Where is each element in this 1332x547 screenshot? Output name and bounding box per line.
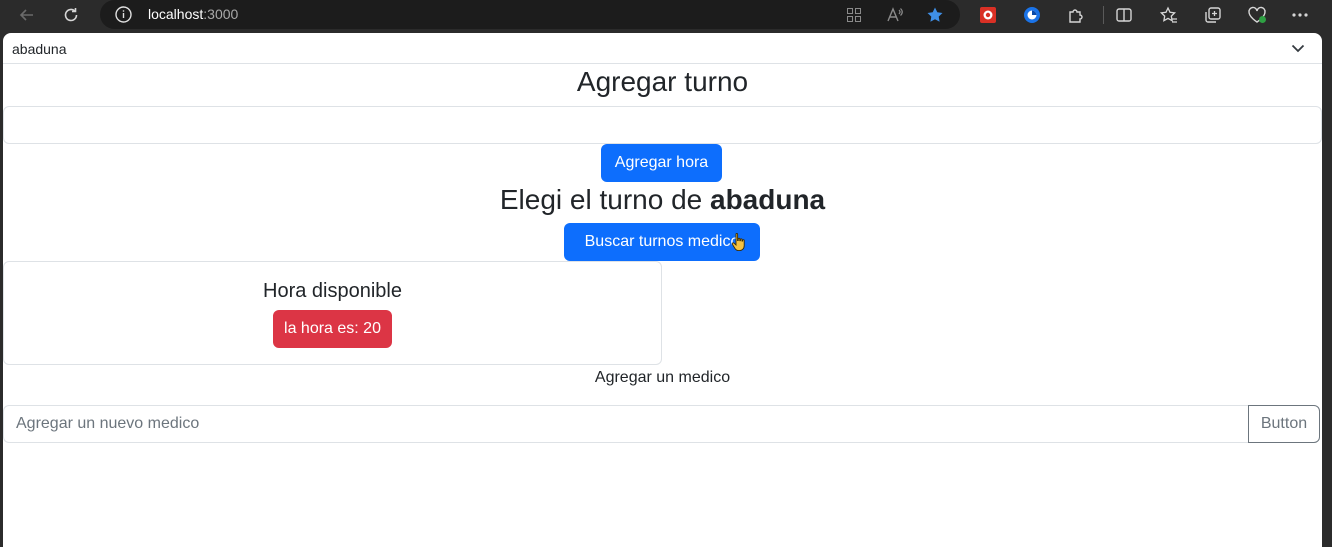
choose-prefix: Elegi el turno de xyxy=(499,184,710,215)
choose-name: abaduna xyxy=(710,184,826,215)
choose-turn-heading: Elegi el turno de abaduna xyxy=(3,184,1322,216)
refresh-icon[interactable] xyxy=(59,3,83,27)
add-hour-button[interactable]: Agregar hora xyxy=(601,144,722,182)
read-aloud-icon[interactable] xyxy=(883,3,907,27)
add-doctor-group: Agregar un nuevo medico Button xyxy=(3,405,1321,443)
extensions-icon[interactable] xyxy=(1064,3,1088,27)
favorite-star-icon[interactable] xyxy=(923,3,947,27)
browser-toolbar: localhost:3000 xyxy=(0,0,1332,30)
card-title: Hora disponible xyxy=(263,280,402,302)
split-screen-icon[interactable] xyxy=(1112,3,1136,27)
info-icon[interactable] xyxy=(114,5,133,24)
grid-icon[interactable] xyxy=(842,3,866,27)
favorites-icon[interactable] xyxy=(1157,3,1181,27)
available-hour-card: Hora disponible la hora es: 20 xyxy=(3,261,662,365)
page-title: Agregar turno xyxy=(576,66,749,97)
back-icon[interactable] xyxy=(15,3,39,27)
add-doctor-button[interactable]: Button xyxy=(1248,405,1320,443)
extension-blue-icon[interactable] xyxy=(1020,3,1044,27)
hour-input[interactable] xyxy=(3,106,1322,144)
hour-button[interactable]: la hora es: 20 xyxy=(273,310,392,348)
address-bar[interactable]: localhost:3000 xyxy=(100,0,960,29)
hand-pointer-cursor-icon xyxy=(731,233,745,252)
select-value: abaduna xyxy=(12,41,67,57)
new-doctor-input[interactable]: Agregar un nuevo medico xyxy=(3,405,1249,443)
more-icon[interactable] xyxy=(1288,3,1312,27)
extension-red-icon[interactable] xyxy=(976,3,1000,27)
collections-icon[interactable] xyxy=(1201,3,1225,27)
url-text: localhost:3000 xyxy=(148,6,239,22)
toolbar-divider xyxy=(1103,6,1104,24)
add-doctor-label: Agregar un medico xyxy=(594,369,731,386)
page-viewport: abaduna Agregar turno Agregar hora Elegi… xyxy=(3,33,1322,547)
medico-select[interactable]: abaduna xyxy=(3,33,1322,64)
chevron-down-icon xyxy=(1291,44,1305,53)
browser-essentials-icon[interactable] xyxy=(1245,3,1269,27)
